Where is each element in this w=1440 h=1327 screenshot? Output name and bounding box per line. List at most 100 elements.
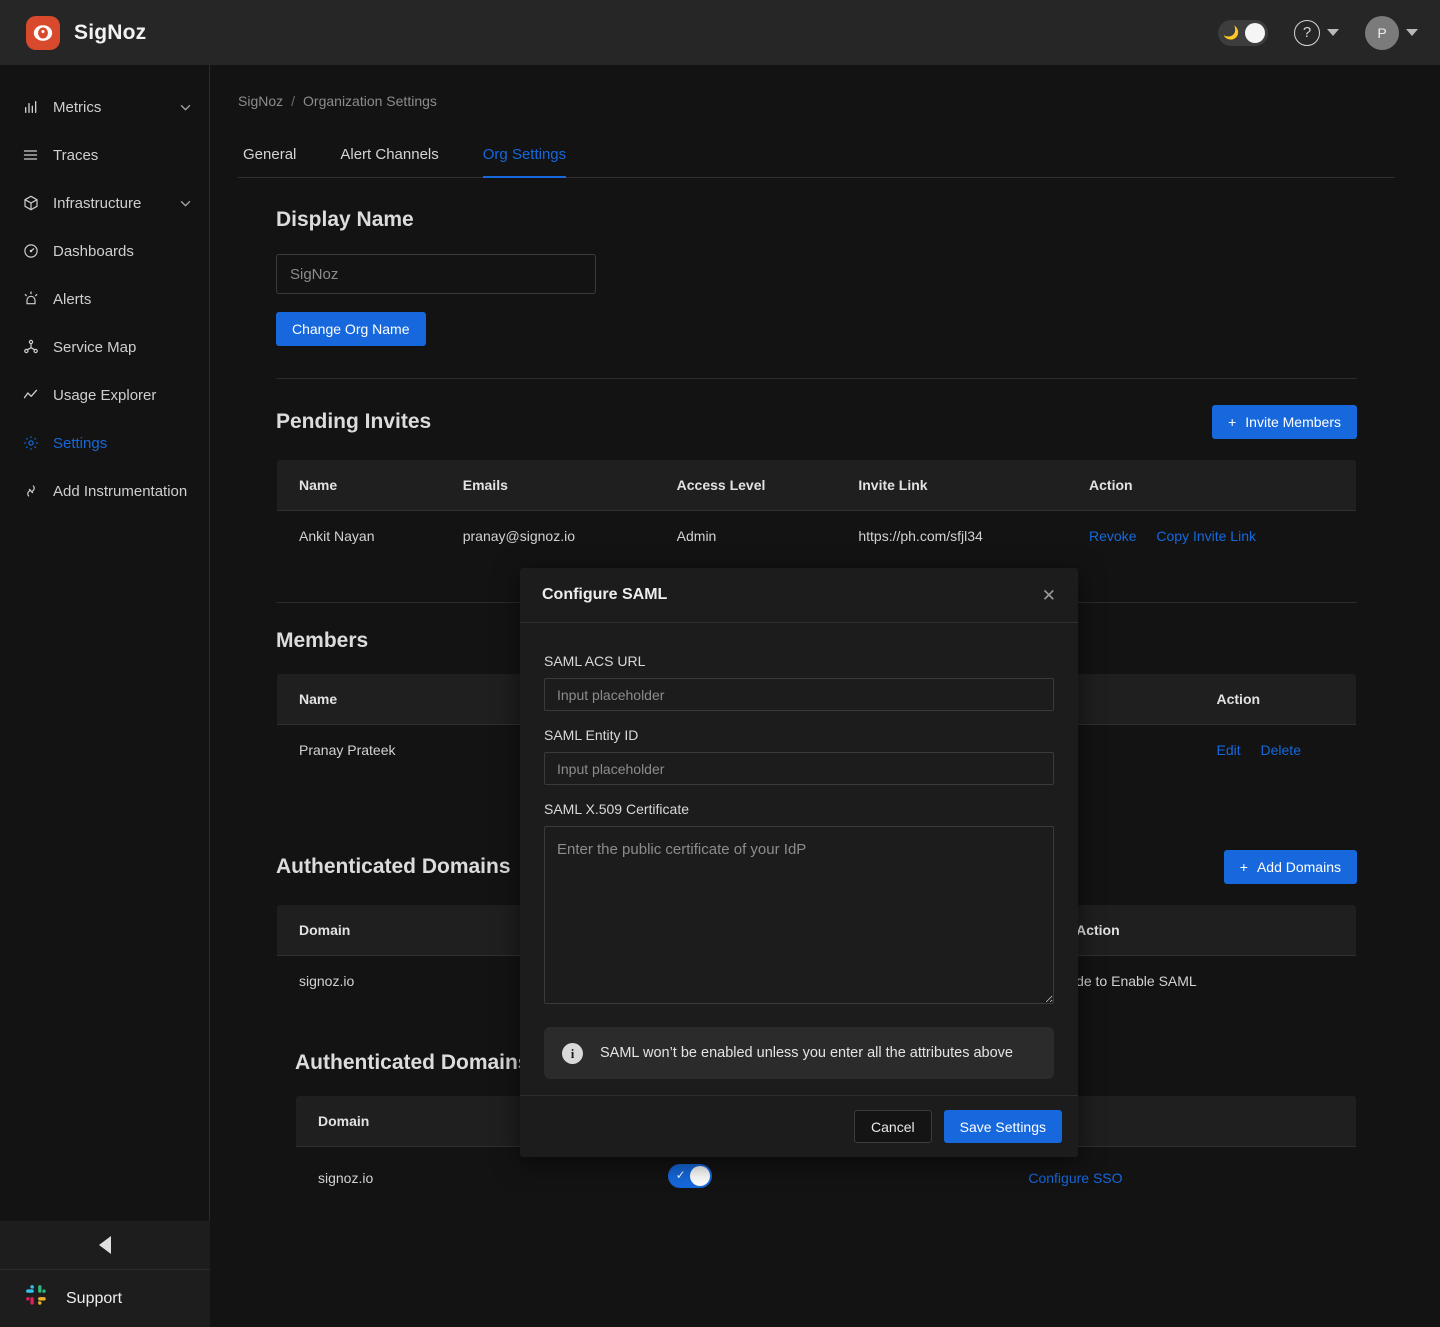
save-settings-button[interactable]: Save Settings <box>944 1110 1062 1143</box>
sidebar-item-add-instrumentation[interactable]: Add Instrumentation <box>0 467 209 515</box>
top-bar: SigNoz 🌙 ? P <box>0 0 1440 65</box>
cube-icon <box>22 195 39 212</box>
cell-actions: Revoke Copy Invite Link <box>1067 511 1356 562</box>
sidebar-item-label: Infrastructure <box>53 195 166 212</box>
modal-title: Configure SAML <box>542 586 667 604</box>
app-root: SigNoz 🌙 ? P <box>0 0 1440 1327</box>
table-row: Ankit Nayan pranay@signoz.io Admin https… <box>277 511 1357 562</box>
plug-icon <box>22 483 39 500</box>
saml-acs-url-input[interactable] <box>544 678 1054 711</box>
sidebar-item-label: Service Map <box>53 339 191 356</box>
signoz-eye-logo-icon <box>26 16 60 50</box>
help-menu[interactable]: ? <box>1294 20 1339 46</box>
tab-general[interactable]: General <box>243 146 296 178</box>
sidebar-item-traces[interactable]: Traces <box>0 131 209 179</box>
pending-invites-section: Pending Invites + Invite Members Name Em… <box>276 379 1357 562</box>
sidebar-item-label: Add Instrumentation <box>53 483 191 500</box>
sidebar: Metrics Traces Infrastructure <box>0 65 210 1327</box>
column-header: Action <box>1054 905 1356 956</box>
settings-tabs: General Alert Channels Org Settings <box>238 145 1395 178</box>
bar-chart-icon <box>22 99 39 116</box>
saml-entity-id-label: SAML Entity ID <box>544 727 1054 743</box>
saml-acs-url-label: SAML ACS URL <box>544 653 1054 669</box>
gauge-icon <box>22 243 39 260</box>
cell-name: Ankit Nayan <box>277 511 441 562</box>
column-header: Action <box>1067 460 1356 511</box>
user-menu[interactable]: P <box>1365 16 1418 50</box>
saml-info-alert: i SAML won’t be enabled unless you enter… <box>544 1027 1054 1079</box>
modal-footer: Cancel Save Settings <box>520 1095 1078 1157</box>
tab-org-settings[interactable]: Org Settings <box>483 146 566 178</box>
change-org-name-button[interactable]: Change Org Name <box>276 312 426 346</box>
cell-access-level: Admin <box>655 511 837 562</box>
pending-invites-title: Pending Invites <box>276 410 431 434</box>
enforce-sso-toggle[interactable]: ✓ <box>668 1164 712 1188</box>
chevron-down-icon <box>180 104 191 111</box>
chevron-down-icon <box>1406 29 1418 36</box>
dark-mode-toggle[interactable]: 🌙 <box>1218 20 1268 46</box>
nodes-icon <box>22 339 39 356</box>
toggle-knob <box>1245 23 1265 43</box>
gear-icon <box>22 435 39 452</box>
saml-info-alert-text: SAML won’t be enabled unless you enter a… <box>600 1042 1013 1064</box>
line-chart-icon <box>22 387 39 404</box>
copy-invite-link[interactable]: Copy Invite Link <box>1156 528 1256 544</box>
saml-x509-certificate-label: SAML X.509 Certificate <box>544 801 1054 817</box>
display-name-title: Display Name <box>276 208 1357 232</box>
add-domains-label: Add Domains <box>1257 859 1341 875</box>
add-domains-button[interactable]: + Add Domains <box>1224 850 1357 884</box>
saml-x509-certificate-textarea[interactable] <box>544 826 1054 1004</box>
sidebar-item-infrastructure[interactable]: Infrastructure <box>0 179 209 227</box>
pending-invites-table: Name Emails Access Level Invite Link Act… <box>276 459 1357 562</box>
sidebar-item-settings[interactable]: Settings <box>0 419 209 467</box>
cell-email: pranay@signoz.io <box>441 511 655 562</box>
tab-alert-channels[interactable]: Alert Channels <box>340 146 438 178</box>
modal-header: Configure SAML ✕ <box>520 568 1078 623</box>
sidebar-nav: Metrics Traces Infrastructure <box>0 65 209 515</box>
column-header: Action <box>1195 674 1357 725</box>
configure-sso-link[interactable]: Configure SSO <box>1028 1170 1122 1186</box>
org-name-input[interactable] <box>276 254 596 294</box>
delete-link[interactable]: Delete <box>1261 742 1301 758</box>
sidebar-item-usage-explorer[interactable]: Usage Explorer <box>0 371 209 419</box>
sidebar-item-label: Traces <box>53 147 191 164</box>
invite-members-button[interactable]: + Invite Members <box>1212 405 1357 439</box>
cancel-button[interactable]: Cancel <box>854 1110 932 1143</box>
breadcrumb: SigNoz / Organization Settings <box>238 93 1395 109</box>
sidebar-item-metrics[interactable]: Metrics <box>0 83 209 131</box>
modal-body: SAML ACS URL SAML Entity ID SAML X.509 C… <box>520 623 1078 1095</box>
breadcrumb-separator: / <box>291 93 295 109</box>
caret-left-icon <box>99 1236 111 1254</box>
breadcrumb-root[interactable]: SigNoz <box>238 93 283 109</box>
close-icon[interactable]: ✕ <box>1042 587 1056 604</box>
sidebar-item-alerts[interactable]: Alerts <box>0 275 209 323</box>
sidebar-item-service-map[interactable]: Service Map <box>0 323 209 371</box>
change-org-name-label: Change Org Name <box>292 321 410 337</box>
toggle-knob <box>690 1166 710 1186</box>
members-title: Members <box>276 629 368 653</box>
revoke-link[interactable]: Revoke <box>1089 528 1136 544</box>
display-name-section: Display Name Change Org Name <box>276 178 1357 346</box>
cell-actions: Edit Delete <box>1195 725 1357 776</box>
sidebar-item-label: Alerts <box>53 291 191 308</box>
support-button[interactable]: Support <box>0 1269 210 1327</box>
sidebar-collapse-button[interactable] <box>0 1221 210 1269</box>
chevron-down-icon <box>180 200 191 207</box>
authenticated-domains-title: Authenticated Domains <box>276 855 511 879</box>
avatar: P <box>1365 16 1399 50</box>
slack-icon <box>24 1283 50 1314</box>
brand-logo-group[interactable]: SigNoz <box>26 16 146 50</box>
column-header: Emails <box>441 460 655 511</box>
configure-saml-modal: Configure SAML ✕ SAML ACS URL SAML Entit… <box>520 568 1078 1157</box>
edit-link[interactable]: Edit <box>1217 742 1241 758</box>
chevron-down-icon <box>1327 29 1339 36</box>
sidebar-item-label: Dashboards <box>53 243 191 260</box>
support-label: Support <box>66 1290 122 1308</box>
column-header: Invite Link <box>836 460 1067 511</box>
moon-icon: 🌙 <box>1223 26 1239 39</box>
list-lines-icon <box>22 147 39 164</box>
top-bar-actions: 🌙 ? P <box>1218 16 1418 50</box>
saml-entity-id-input[interactable] <box>544 752 1054 785</box>
brand-name: SigNoz <box>74 21 146 45</box>
sidebar-item-dashboards[interactable]: Dashboards <box>0 227 209 275</box>
